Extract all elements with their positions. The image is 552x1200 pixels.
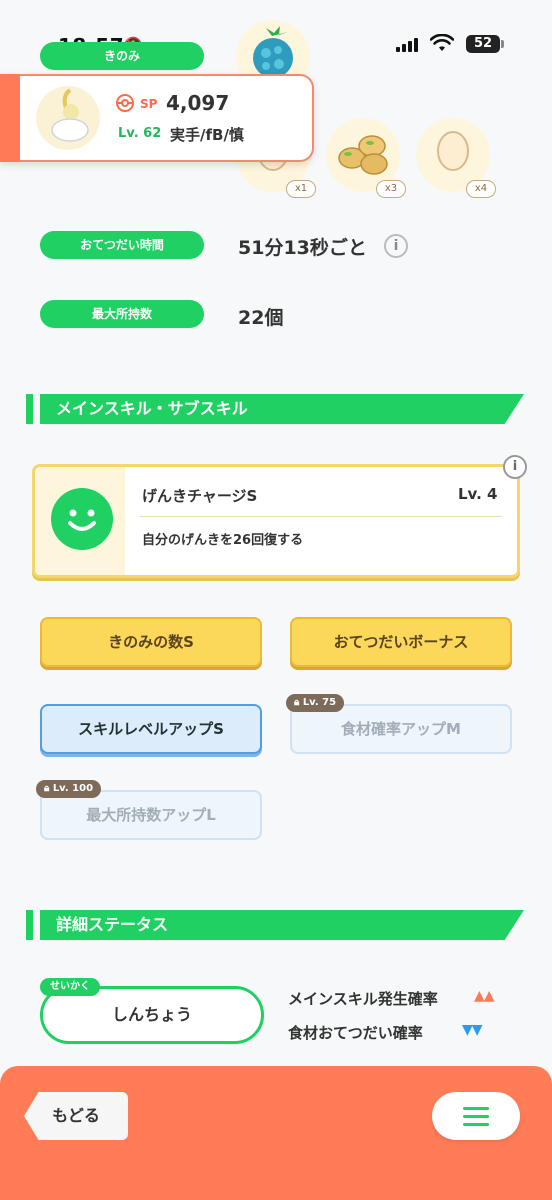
section-title-skills: メインスキル・サブスキル [40,394,524,424]
up-arrows-icon: ▲▲ [474,988,495,1004]
smile-icon [51,488,113,550]
nature-up-label: メインスキル発生確率 [288,990,438,1008]
info-icon[interactable]: i [384,234,408,258]
item-count-2: x3 [376,180,406,198]
item-count-1: x1 [286,180,316,198]
skill-info-icon[interactable]: i [503,455,527,479]
lock-level: Lv. 75 [302,697,337,708]
lock-icon: 🔒︎ [294,697,300,708]
battery-tip [501,40,504,48]
skill-divider [140,516,502,517]
max-carry-value: 22個 [238,307,284,329]
pokemon-nature-short: 実手/fB/慎 [170,126,244,144]
nature-tag: せいかく [40,978,100,996]
sub-skill-button[interactable]: きのみの数S [40,617,262,667]
lock-level-tag: 🔒︎ Lv. 100 [36,780,102,798]
help-time-label: おてつだい時間 [40,231,204,259]
section-title-details: 詳細ステータス [40,910,524,940]
main-skill-name: げんきチャージS [142,487,258,505]
battery-indicator: 52 [466,35,500,53]
sub-skill-button[interactable]: おてつだいボーナス [290,617,512,667]
menu-button[interactable] [432,1092,520,1140]
lock-level: Lv. 100 [52,783,94,794]
sub-skill-button[interactable]: スキルレベルアップS [40,704,262,754]
nature-down-label: 食材おてつだい確率 [288,1024,423,1042]
card-accent-bar [0,74,20,162]
main-skill-level: Lv. 4 [458,485,498,503]
berry-label: きのみ [40,42,204,70]
help-time-value: 51分13秒ごと [238,237,367,259]
egg-icon [437,131,469,171]
sp-icon [116,94,134,112]
main-skill-description: 自分のげんきを26回復する [142,533,304,548]
lock-level-tag: 🔒︎ Lv. 75 [286,694,345,712]
sp-value: 4,097 [166,91,230,115]
section-marker [26,394,33,424]
pokemon-sprite-icon [51,88,89,142]
lock-icon: 🔒︎ [44,783,50,794]
down-arrows-icon: ▼▼ [462,1022,483,1038]
max-carry-label: 最大所持数 [40,300,204,328]
beans-icon [338,135,388,175]
section-marker [26,910,33,940]
pokemon-level: Lv. 62 [118,126,162,141]
sp-label: SP [140,97,158,111]
cellular-signal-icon [396,38,420,52]
back-button[interactable]: もどる [24,1092,128,1140]
item-count-3: x4 [466,180,496,198]
wifi-icon [430,34,454,51]
